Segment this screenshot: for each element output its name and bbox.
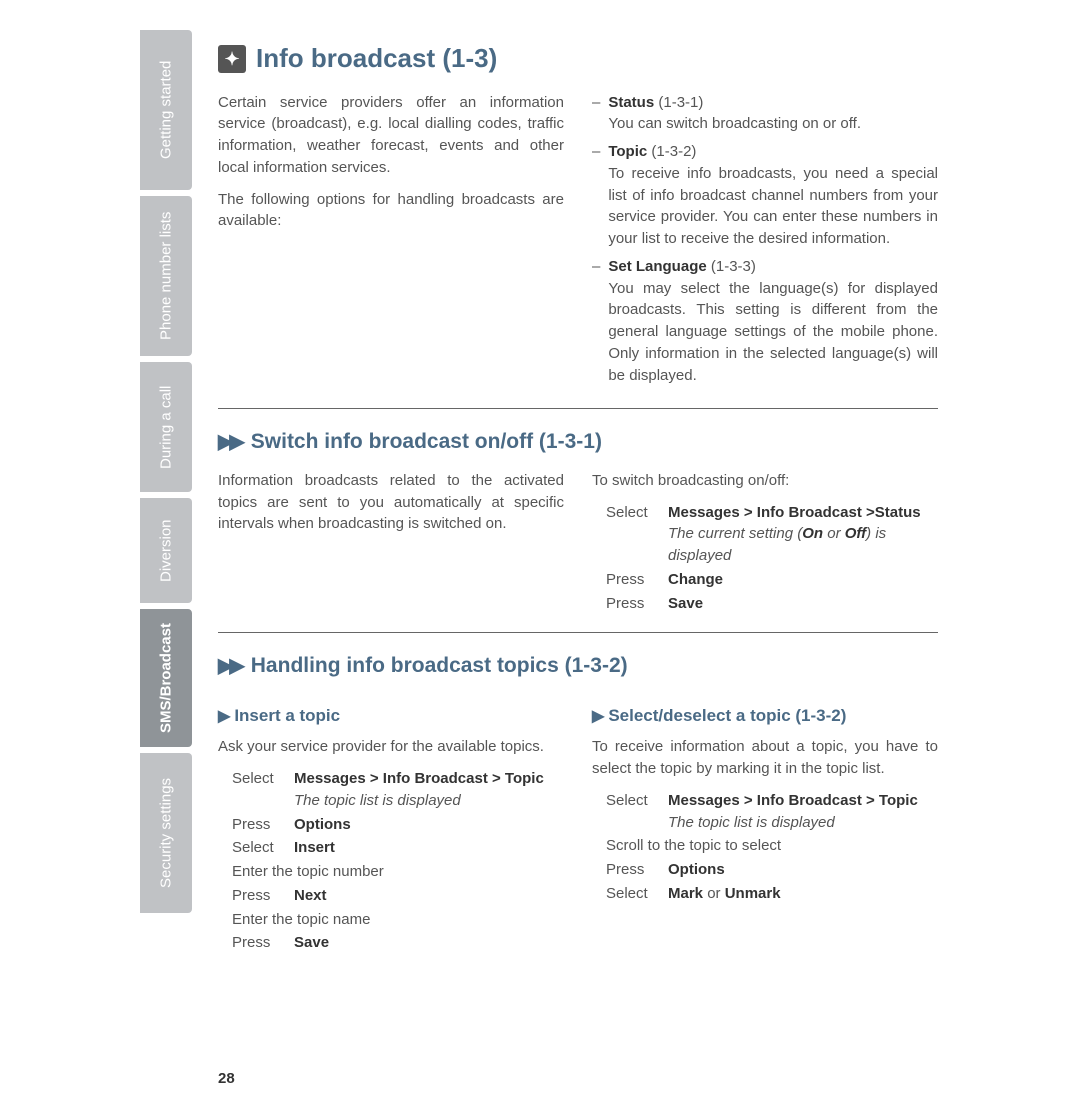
option-status-code: (1-3-1)	[658, 94, 703, 111]
option-set-language: – Set Language (1-3-3) You may select th…	[592, 256, 938, 387]
step-value: Messages > Info Broadcast >Status	[668, 504, 921, 521]
step-label: Select	[606, 883, 658, 905]
option-status: – Status (1-3-1) You can switch broadcas…	[592, 92, 938, 136]
step-value: Save	[668, 595, 703, 612]
option-status-title: Status	[608, 94, 654, 111]
step-label: Select	[232, 768, 284, 812]
step-value: Mark	[668, 885, 703, 902]
step-label: Press	[232, 932, 284, 954]
step-label: Press	[606, 859, 658, 881]
tab-during-a-call[interactable]: During a call	[140, 362, 192, 492]
step-label: Select	[606, 790, 658, 834]
step-value: Unmark	[725, 885, 781, 902]
step-line: Enter the topic name	[232, 909, 564, 931]
step-label: Press	[606, 593, 658, 615]
step-value: Messages > Info Broadcast > Topic	[668, 792, 918, 809]
step-line: Enter the topic number	[232, 861, 564, 883]
step-note: The current setting (On or Off) is displ…	[668, 525, 886, 564]
step-label: Press	[232, 814, 284, 836]
step-value: Save	[294, 934, 329, 951]
tab-diversion[interactable]: Diversion	[140, 498, 192, 603]
option-topic-text: To receive info broadcasts, you need a s…	[608, 165, 938, 247]
insert-topic-heading: ▶Insert a topic	[218, 704, 564, 729]
insert-topic-steps: Select Messages > Info Broadcast > Topic…	[232, 768, 564, 954]
step-label: Press	[232, 885, 284, 907]
option-topic-code: (1-3-2)	[651, 143, 696, 160]
tab-sms-broadcast[interactable]: SMS/Broadcast	[140, 609, 192, 747]
step-value: Options	[668, 861, 725, 878]
section-switch-title: ▶▶ Switch info broadcast on/off (1-3-1)	[218, 427, 938, 457]
step-value: Change	[668, 571, 723, 588]
page-content: ✦ Info broadcast (1-3) Certain service p…	[218, 40, 938, 956]
step-value: Next	[294, 887, 327, 904]
option-lang-text: You may select the language(s) for displ…	[608, 280, 938, 384]
switch-description: Information broadcasts related to the ac…	[218, 470, 564, 535]
play-icon: ▶	[218, 708, 230, 725]
section-divider	[218, 408, 938, 409]
tab-phone-number-lists[interactable]: Phone number lists	[140, 196, 192, 356]
dash-icon: –	[592, 141, 600, 250]
step-line: Scroll to the topic to select	[606, 835, 938, 857]
sidebar: Getting started Phone number lists Durin…	[140, 30, 192, 913]
step-value: Messages > Info Broadcast > Topic	[294, 770, 544, 787]
intro-paragraph-1: Certain service providers offer an infor…	[218, 92, 564, 179]
page-title-text: Info broadcast (1-3)	[256, 40, 497, 78]
step-value: Insert	[294, 839, 335, 856]
insert-topic-intro: Ask your service provider for the availa…	[218, 736, 564, 758]
option-lang-title: Set Language	[608, 258, 706, 275]
step-label: Select	[606, 502, 658, 567]
step-label: Select	[232, 837, 284, 859]
dash-icon: –	[592, 92, 600, 136]
step-label: Press	[606, 569, 658, 591]
switch-steps: Select Messages > Info Broadcast >Status…	[606, 502, 938, 615]
fast-forward-icon: ▶▶	[218, 428, 241, 457]
page-title: ✦ Info broadcast (1-3)	[218, 40, 938, 78]
select-topic-heading: ▶Select/deselect a topic (1-3-2)	[592, 704, 938, 729]
intro-paragraph-2: The following options for handling broad…	[218, 189, 564, 233]
section-switch-title-text: Switch info broadcast on/off (1-3-1)	[251, 427, 602, 457]
option-status-text: You can switch broadcasting on or off.	[608, 115, 861, 132]
section-divider	[218, 632, 938, 633]
fast-forward-icon: ▶▶	[218, 652, 241, 681]
tab-security-settings[interactable]: Security settings	[140, 753, 192, 913]
section-topics-title: ▶▶ Handling info broadcast topics (1-3-2…	[218, 651, 938, 681]
section-topics-title-text: Handling info broadcast topics (1-3-2)	[251, 651, 628, 681]
tab-getting-started[interactable]: Getting started	[140, 30, 192, 190]
play-icon: ▶	[592, 708, 604, 725]
step-note: The topic list is displayed	[294, 792, 461, 809]
option-topic-title: Topic	[608, 143, 647, 160]
page-number: 28	[218, 1070, 235, 1087]
step-value: Options	[294, 816, 351, 833]
broadcast-icon: ✦	[218, 45, 246, 73]
switch-instruction: To switch broadcasting on/off:	[592, 470, 938, 492]
option-lang-code: (1-3-3)	[711, 258, 756, 275]
dash-icon: –	[592, 256, 600, 387]
step-note: The topic list is displayed	[668, 814, 835, 831]
select-topic-intro: To receive information about a topic, yo…	[592, 736, 938, 780]
option-topic: – Topic (1-3-2) To receive info broadcas…	[592, 141, 938, 250]
select-topic-steps: Select Messages > Info Broadcast > Topic…	[606, 790, 938, 905]
